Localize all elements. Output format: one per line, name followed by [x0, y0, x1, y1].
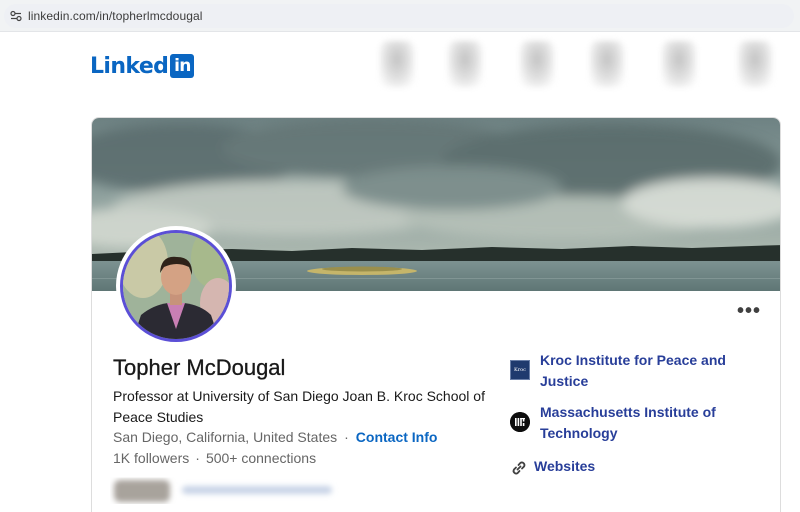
nav-home-icon[interactable]: [380, 41, 414, 87]
linkedin-logo-box: in: [170, 54, 195, 78]
profile-name: Topher McDougal: [113, 355, 286, 380]
mit-logo-icon: [510, 412, 530, 432]
link-chain-icon: [512, 461, 526, 475]
linkedin-logo-wordmark: Linked: [90, 53, 169, 79]
kroc-logo-icon: Kroc: [510, 360, 530, 380]
browser-address-bar: linkedin.com/in/topherlmcdougal: [0, 0, 800, 32]
org-label[interactable]: Massachusetts Institute of Technology: [540, 402, 740, 444]
profile-network-stats: 1K followers · 500+ connections: [113, 450, 316, 466]
url-text[interactable]: linkedin.com/in/topherlmcdougal: [28, 9, 203, 23]
mutual-connections-blurred[interactable]: [110, 476, 350, 504]
avatar-ring: [120, 230, 232, 342]
connections-count[interactable]: 500+ connections: [206, 450, 316, 466]
websites-label[interactable]: Websites: [534, 456, 734, 477]
followers-count[interactable]: 1K followers: [113, 450, 189, 466]
separator-dot: ·: [195, 450, 200, 466]
site-settings-icon[interactable]: [10, 10, 22, 22]
profile-headline: Professor at University of San Diego Joa…: [113, 388, 485, 425]
nav-jobs-icon[interactable]: [520, 41, 554, 87]
nav-notifications-icon[interactable]: [662, 41, 696, 87]
contact-info-link[interactable]: Contact Info: [356, 429, 438, 445]
nav-network-icon[interactable]: [448, 41, 482, 87]
nav-messaging-icon[interactable]: [590, 41, 624, 87]
profile-location-row: San Diego, California, United States · Con…: [113, 429, 437, 445]
more-actions-button[interactable]: •••: [737, 301, 761, 321]
org-label[interactable]: Kroc Institute for Peace and Justice: [540, 350, 740, 392]
linkedin-logo[interactable]: Linked in: [90, 53, 195, 79]
address-field[interactable]: linkedin.com/in/topherlmcdougal: [4, 4, 794, 28]
profile-card: ••• Topher McDougal Professor at Univers…: [91, 117, 781, 512]
avatar-image: [123, 233, 229, 339]
top-navigation: Linked in: [0, 33, 800, 105]
profile-location: San Diego, California, United States: [113, 429, 338, 445]
nav-me-icon[interactable]: [738, 41, 772, 87]
profile-photo[interactable]: [116, 226, 236, 346]
separator-dot: ·: [344, 429, 349, 445]
